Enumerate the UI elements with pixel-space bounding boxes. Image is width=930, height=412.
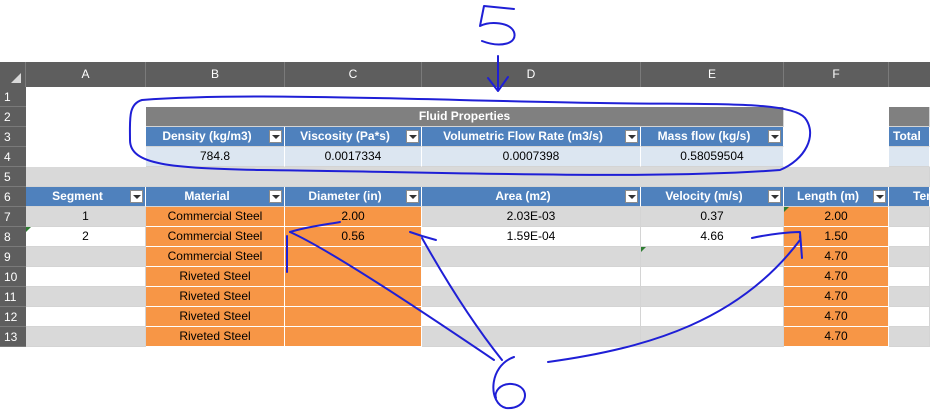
annotation-digit-5 [479, 5, 516, 46]
annotation-circle [128, 95, 811, 176]
annotation-line [289, 231, 495, 361]
annotation-arrowhead [751, 231, 803, 259]
handwritten-annotations [128, 5, 811, 410]
annotation-digit-6 [492, 356, 526, 410]
annotation-line [421, 237, 503, 361]
annotation-line [547, 239, 801, 363]
annotation-line [289, 221, 341, 233]
